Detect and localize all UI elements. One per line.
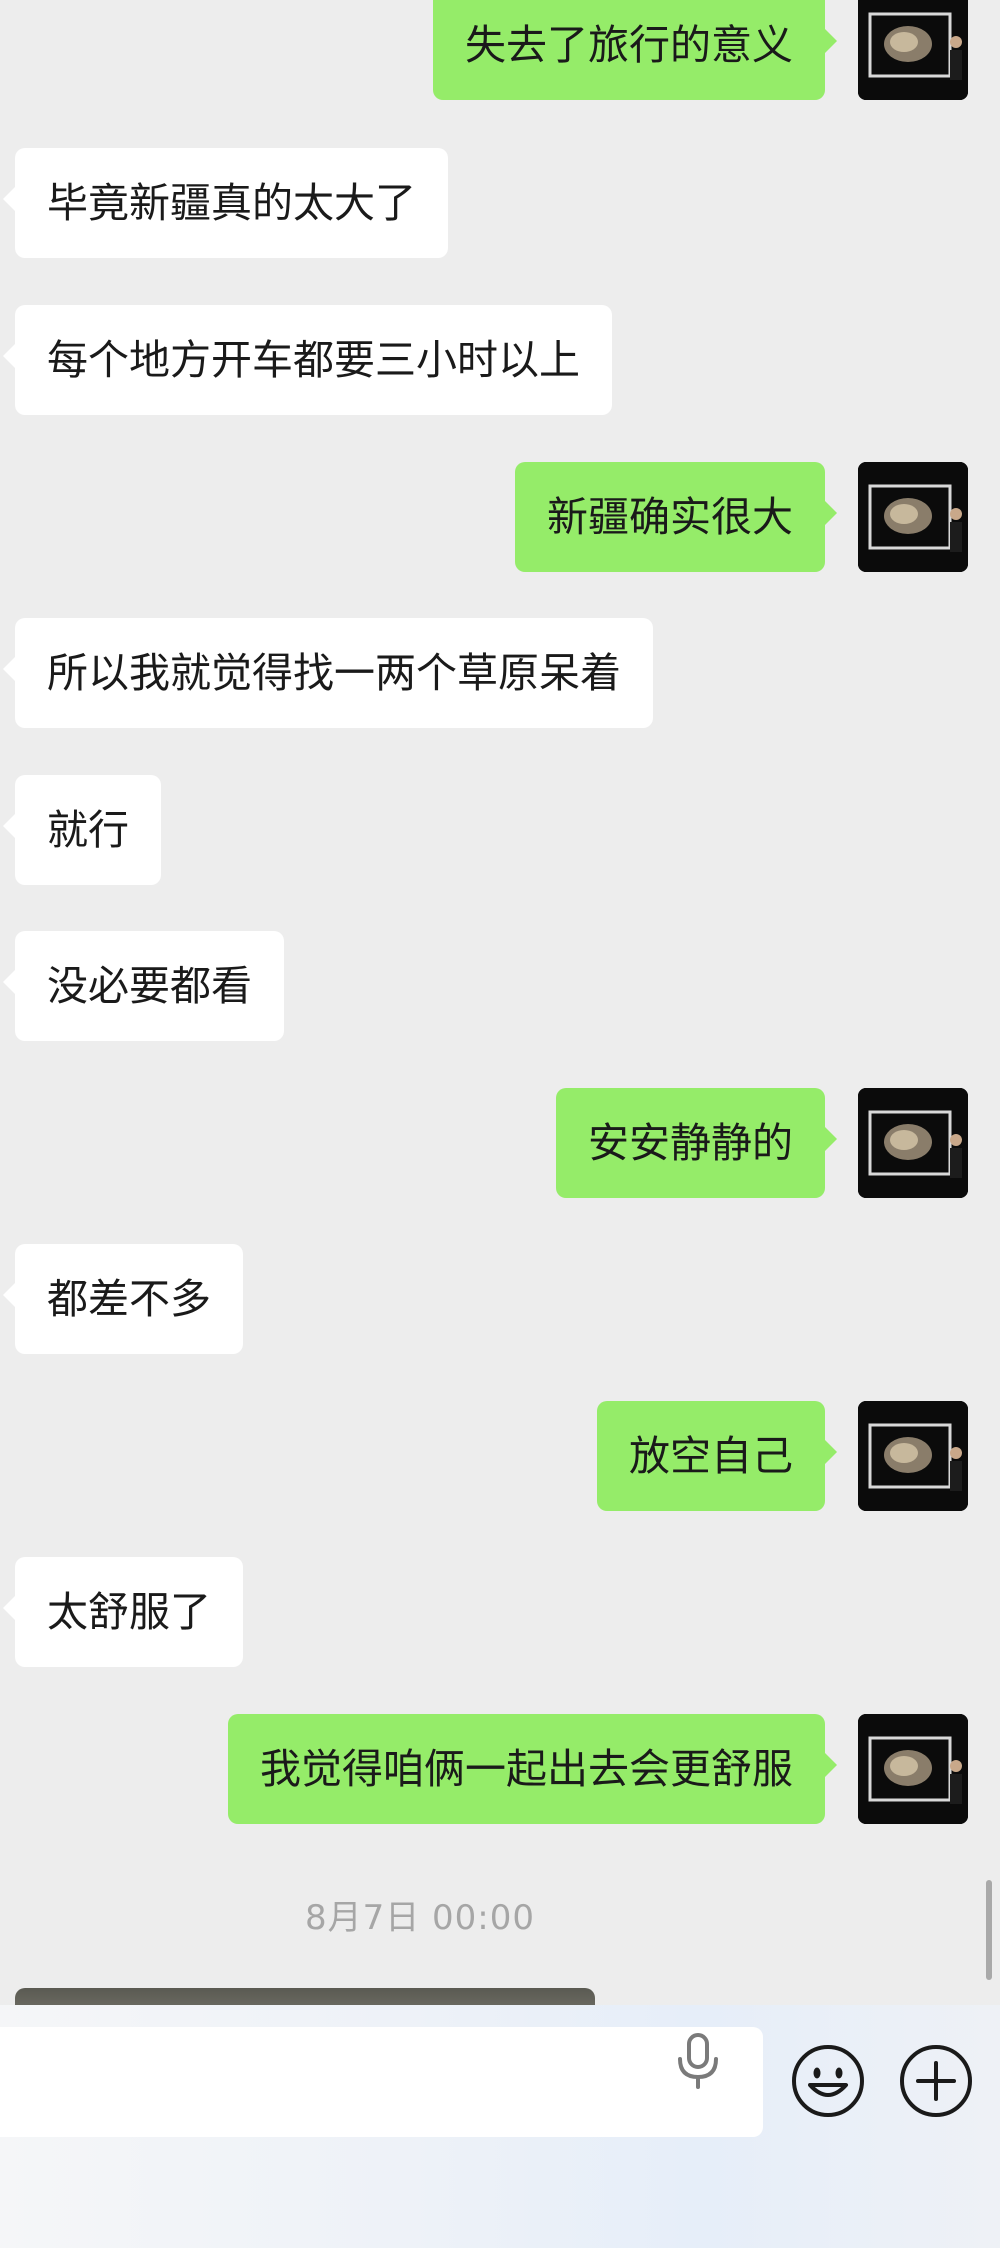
- input-bar: [0, 2005, 1000, 2248]
- message-bubble-in[interactable]: 每个地方开车都要三小时以上: [3, 305, 612, 415]
- message-bubble-out[interactable]: 新疆确实很大: [515, 462, 837, 572]
- message-bubble-in[interactable]: 就行: [3, 775, 161, 885]
- scrollbar[interactable]: [986, 1880, 992, 1980]
- message-bubble-in[interactable]: 毕竟新疆真的太大了: [3, 148, 448, 258]
- microphone-icon[interactable]: [670, 2029, 726, 2091]
- message-bubble-in[interactable]: 太舒服了: [3, 1557, 243, 1667]
- message-input[interactable]: [0, 2027, 763, 2137]
- emoji-icon[interactable]: [790, 2043, 866, 2119]
- media-message-preview[interactable]: [15, 1988, 595, 2005]
- message-bubble-out[interactable]: 我觉得咱俩一起出去会更舒服: [228, 1714, 837, 1824]
- message-bubble-in[interactable]: 没必要都看: [3, 931, 284, 1041]
- message-bubble-out[interactable]: 放空自己: [597, 1401, 837, 1511]
- message-bubble-out[interactable]: 安安静静的: [556, 1088, 837, 1198]
- message-bubble-in[interactable]: 所以我就觉得找一两个草原呆着: [3, 618, 653, 728]
- avatar[interactable]: [858, 1714, 968, 1824]
- avatar[interactable]: [858, 1088, 968, 1198]
- plus-icon[interactable]: [898, 2043, 974, 2119]
- message-bubble-out[interactable]: 失去了旅行的意义: [433, 0, 837, 100]
- avatar[interactable]: [858, 462, 968, 572]
- avatar[interactable]: [858, 0, 968, 100]
- chat-area[interactable]: 失去了旅行的意义 毕竟新疆真的太大了 每个地方开车都要三小时以上 新疆确实很大 …: [0, 0, 1000, 2005]
- message-timestamp: 8月7日 00:00: [304, 1898, 536, 1938]
- avatar[interactable]: [858, 1401, 968, 1511]
- message-bubble-in[interactable]: 都差不多: [3, 1244, 243, 1354]
